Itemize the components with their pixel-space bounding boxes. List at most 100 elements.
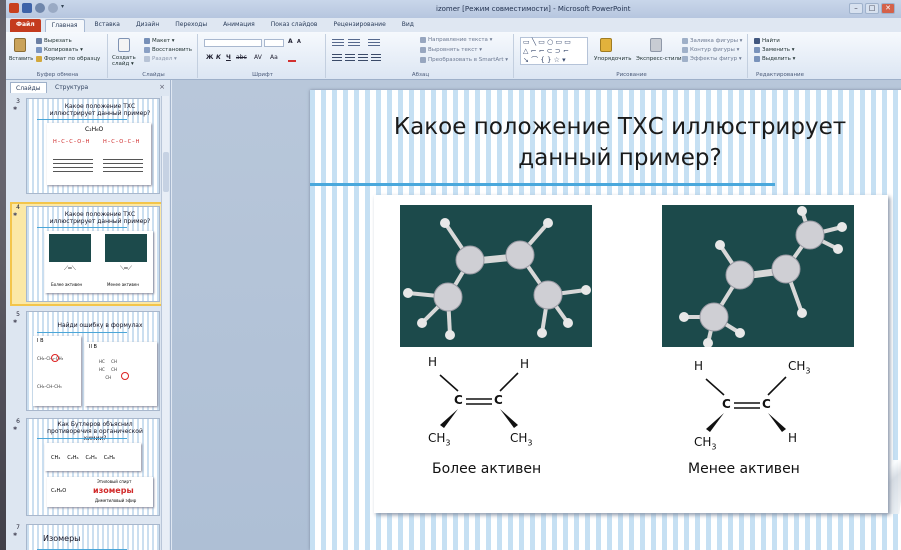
panel-scrollbar[interactable] xyxy=(161,96,169,550)
shapes-gallery[interactable]: ▭ ╲ ▭ ○ ▭ ▭ △ ⌐ ⌐ ⊂ ⊃ ⌐ ↘ ⌒ { } ☆ ▾ xyxy=(520,37,588,65)
outline-icon xyxy=(682,47,688,53)
new-slide-icon[interactable] xyxy=(118,38,130,52)
tab-view[interactable]: Вид xyxy=(396,19,420,32)
numbering-button[interactable] xyxy=(348,39,360,46)
quick-styles-button[interactable]: Экспресс-стили xyxy=(636,56,682,62)
layout-icon xyxy=(144,38,150,44)
powerpoint-window: ▾ izomer [Режим совместимости] - Microso… xyxy=(6,0,901,550)
align-center-button[interactable] xyxy=(345,54,355,61)
strikethrough-button[interactable]: abc xyxy=(236,54,247,61)
panel-tabs: Слайды Структура × xyxy=(6,82,171,94)
tab-review[interactable]: Рецензирование xyxy=(327,19,391,32)
shape-outline-button[interactable]: Контур фигуры ▾ xyxy=(682,47,739,53)
minimize-button[interactable]: – xyxy=(849,3,863,14)
slide-thumbnail-3[interactable]: 3 ✱ Какое положение ТХС иллюстрирует дан… xyxy=(12,98,164,198)
thumbnail-formula: C₂H₆O xyxy=(51,488,67,494)
format-painter-button[interactable]: Формат по образцу xyxy=(36,56,100,62)
underline-button[interactable]: Ч xyxy=(226,54,231,61)
structural-formula-left: H H C C CH3 CH3 xyxy=(414,355,554,451)
drawing-group: ▭ ╲ ▭ ○ ▭ ▭ △ ⌐ ⌐ ⊂ ⊃ ⌐ ↘ ⌒ { } ☆ ▾ Упоряд… xyxy=(516,34,748,78)
font-size-combo[interactable] xyxy=(264,39,284,47)
justify-button[interactable] xyxy=(371,54,381,61)
copy-button[interactable]: Копировать ▾ xyxy=(36,47,83,53)
italic-button[interactable]: К xyxy=(216,54,221,61)
slide-thumbnail-5[interactable]: 5 ✱ Найди ошибку в формулах I В CH₃–CH₂–… xyxy=(12,311,164,413)
shape-effects-button[interactable]: Эффекты фигур ▾ xyxy=(682,56,742,62)
tab-transitions[interactable]: Переходы xyxy=(169,19,213,32)
scissors-icon xyxy=(36,38,42,44)
align-text-icon xyxy=(420,47,426,53)
font-color-button[interactable] xyxy=(288,55,296,62)
find-button[interactable]: Найти xyxy=(754,38,780,44)
tab-design[interactable]: Дизайн xyxy=(130,19,165,32)
new-slide-button[interactable]: Создать слайд ▾ xyxy=(112,55,142,67)
save-icon[interactable] xyxy=(22,3,32,13)
arrange-button[interactable]: Упорядочить xyxy=(594,56,632,62)
maximize-button[interactable]: □ xyxy=(865,3,879,14)
thumbnail-label: Диметиловый эфир xyxy=(95,498,137,503)
cut-button[interactable]: Вырезать xyxy=(36,38,72,44)
tab-slides-panel[interactable]: Слайды xyxy=(10,82,47,93)
section-button[interactable]: Раздел ▾ xyxy=(144,56,177,62)
redo-icon[interactable] xyxy=(48,3,58,13)
scrollbar-thumb[interactable] xyxy=(163,152,169,192)
smartart-button[interactable]: Преобразовать в SmartArt ▾ xyxy=(420,57,508,63)
layout-button[interactable]: Макет ▾ xyxy=(144,38,175,44)
thumbnail-image: Как Бутлеров объяснил противоречия в орг… xyxy=(26,418,160,516)
arrange-icon[interactable] xyxy=(600,38,612,52)
title-bar: ▾ izomer [Режим совместимости] - Microso… xyxy=(6,0,901,18)
slide-thumbnail-7[interactable]: 7 ✱ Изомеры xyxy=(12,524,164,550)
atom-label-ch3: CH3 xyxy=(428,431,451,448)
molecule-image-left[interactable] xyxy=(400,205,592,347)
tab-insert[interactable]: Вставка xyxy=(89,19,126,32)
align-left-button[interactable] xyxy=(332,54,342,61)
slide-title[interactable]: Какое положение ТХС иллюстрирует данный … xyxy=(370,112,870,174)
paste-icon[interactable] xyxy=(14,38,26,52)
transition-icon: ✱ xyxy=(13,426,18,432)
thumbnail-title: Найди ошибку в формулах xyxy=(57,322,143,329)
ribbon: Вставить Вырезать Копировать ▾ Формат по… xyxy=(6,32,901,80)
editing-group: Найти Заменить ▾ Выделить ▾ Редактирован… xyxy=(750,34,810,78)
tab-animations[interactable]: Анимация xyxy=(217,19,261,32)
thumbnail-number: 5 xyxy=(16,311,20,318)
slide-thumbnail-4[interactable]: 4 ✱ Какое положение ТХС иллюстрирует дан… xyxy=(10,202,166,306)
tab-file[interactable]: Файл xyxy=(10,19,41,32)
molecule-image-right[interactable] xyxy=(662,205,854,348)
shape-fill-button[interactable]: Заливка фигуры ▾ xyxy=(682,38,742,44)
tab-home[interactable]: Главная xyxy=(44,19,85,32)
slide-thumbnail-6[interactable]: 6 ✱ Как Бутлеров объяснил противоречия в… xyxy=(12,418,164,518)
bold-button[interactable]: Ж xyxy=(206,54,213,61)
tab-slideshow[interactable]: Показ слайдов xyxy=(265,19,324,32)
bullets-button[interactable] xyxy=(332,39,344,46)
quick-styles-icon[interactable] xyxy=(650,38,662,52)
reset-button[interactable]: Восстановить xyxy=(144,47,192,53)
replace-icon xyxy=(754,47,760,53)
replace-button[interactable]: Заменить ▾ xyxy=(754,47,795,53)
current-slide[interactable]: Какое положение ТХС иллюстрирует данный … xyxy=(310,90,901,550)
undo-icon[interactable] xyxy=(35,3,45,13)
spacing-button[interactable]: AV xyxy=(254,54,262,61)
grow-font-button[interactable]: A xyxy=(288,38,293,45)
select-button[interactable]: Выделить ▾ xyxy=(754,56,795,62)
indent-button[interactable] xyxy=(368,39,380,46)
shrink-font-button[interactable]: A xyxy=(297,39,301,45)
align-text-button[interactable]: Выровнять текст ▾ xyxy=(420,47,482,53)
text-direction-icon xyxy=(420,37,426,43)
panel-close-icon[interactable]: × xyxy=(159,83,165,91)
thumbnail-caption-right: Менее активен xyxy=(107,282,139,287)
brush-icon xyxy=(36,56,42,62)
content-card[interactable]: H H C C CH3 CH3 Более активен H CH3 C C … xyxy=(374,195,888,513)
title-underline xyxy=(310,183,775,186)
font-name-combo[interactable] xyxy=(204,39,262,47)
align-right-button[interactable] xyxy=(358,54,368,61)
paste-button[interactable]: Вставить xyxy=(9,56,33,62)
thumbnail-title: Какое положение ТХС иллюстрирует данный … xyxy=(49,211,151,225)
atom-label: C xyxy=(762,397,771,411)
customize-dropdown-icon[interactable]: ▾ xyxy=(61,3,71,13)
section-icon xyxy=(144,56,150,62)
slides-group-label: Слайды xyxy=(142,72,165,78)
tab-outline-panel[interactable]: Структура xyxy=(50,82,93,93)
change-case-button[interactable]: Aa xyxy=(270,54,278,61)
close-button[interactable]: ✕ xyxy=(881,3,895,14)
text-direction-button[interactable]: Направление текста ▾ xyxy=(420,37,492,43)
